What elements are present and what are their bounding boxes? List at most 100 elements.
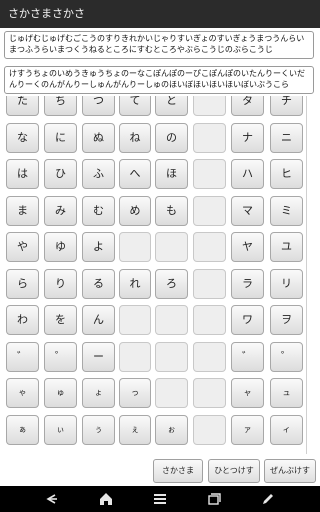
kana-key[interactable]: む: [82, 195, 115, 226]
kana-key[interactable]: ぇ: [119, 414, 151, 445]
kana-key[interactable]: ん: [82, 305, 115, 335]
keyboard-row: やゆよ ヤユ: [0, 232, 320, 264]
kana-key[interactable]: ょ: [82, 378, 115, 408]
blank-key[interactable]: [119, 341, 151, 372]
edit-icon[interactable]: [260, 491, 276, 507]
blank-key[interactable]: [155, 378, 188, 408]
katakana-key[interactable]: ィ: [270, 414, 303, 445]
kana-key[interactable]: ゅ: [44, 378, 77, 408]
kana-key[interactable]: わ: [6, 305, 39, 335]
blank-key[interactable]: [193, 378, 226, 408]
kana-key[interactable]: の: [155, 122, 188, 153]
katakana-key[interactable]: ゛: [231, 341, 264, 372]
keyboard-row: わをん ワヲ: [0, 305, 320, 337]
kana-key[interactable]: ら: [6, 268, 39, 299]
keyboard-row: たちつてと タチ: [0, 96, 320, 118]
blank-key[interactable]: [193, 305, 226, 335]
kana-key[interactable]: ゜: [44, 341, 77, 372]
blank-key[interactable]: [193, 159, 226, 189]
katakana-key[interactable]: チ: [270, 96, 303, 116]
kana-key[interactable]: よ: [82, 232, 115, 262]
output-text-box[interactable]: けすうちょのいめうきゅうちょのーなこぽんぽのーぴこぽんぽのいたんりーくいだんりー…: [4, 66, 314, 94]
kana-key[interactable]: ふ: [82, 159, 115, 189]
zenbukesu-button[interactable]: ぜんぶけす: [264, 459, 316, 483]
kana-key[interactable]: な: [6, 122, 39, 153]
katakana-key[interactable]: ミ: [270, 195, 303, 226]
kana-key[interactable]: へ: [119, 159, 151, 189]
sakasama-button[interactable]: さかさま: [153, 459, 203, 483]
kana-key[interactable]: ろ: [155, 268, 188, 299]
function-button-row: さかさま ひとつけす ぜんぶけす: [0, 456, 320, 484]
kana-key[interactable]: れ: [119, 268, 151, 299]
kana-key[interactable]: り: [44, 268, 77, 299]
blank-key[interactable]: [119, 232, 151, 262]
katakana-key[interactable]: ワ: [231, 305, 264, 335]
katakana-key[interactable]: ナ: [231, 122, 264, 153]
katakana-key[interactable]: ニ: [270, 122, 303, 153]
kana-key[interactable]: ほ: [155, 159, 188, 189]
katakana-key[interactable]: ァ: [231, 414, 264, 445]
kana-key[interactable]: ね: [119, 122, 151, 153]
kana-key[interactable]: ち: [44, 96, 77, 116]
app-title-bar: さかさまさかさ: [0, 0, 320, 28]
katakana-key[interactable]: リ: [270, 268, 303, 299]
kana-key[interactable]: ぁ: [6, 414, 39, 445]
katakana-key[interactable]: ヒ: [270, 159, 303, 189]
keyboard-row: らりるれろ ラリ: [0, 268, 320, 301]
kana-key[interactable]: ゆ: [44, 232, 77, 262]
keyboard-row: ゃゅょっ ャュ: [0, 378, 320, 410]
blank-key[interactable]: [155, 341, 188, 372]
kana-key[interactable]: を: [44, 305, 77, 335]
kana-key[interactable]: に: [44, 122, 77, 153]
blank-key[interactable]: [193, 96, 226, 116]
kana-key[interactable]: ぉ: [155, 414, 188, 445]
kana-key[interactable]: っ: [119, 378, 151, 408]
kana-key[interactable]: と: [155, 96, 188, 116]
app-title: さかさまさかさ: [8, 7, 85, 20]
blank-key[interactable]: [193, 341, 226, 372]
kana-key[interactable]: め: [119, 195, 151, 226]
katakana-key[interactable]: マ: [231, 195, 264, 226]
katakana-key[interactable]: ハ: [231, 159, 264, 189]
katakana-key[interactable]: ヤ: [231, 232, 264, 262]
kana-key[interactable]: や: [6, 232, 39, 262]
menu-icon[interactable]: [152, 491, 168, 507]
kana-key[interactable]: は: [6, 159, 39, 189]
kana-key[interactable]: も: [155, 195, 188, 226]
kana-key[interactable]: み: [44, 195, 77, 226]
input-text-box[interactable]: じゅげむじゅげむごこうのすりきれかいじゃりすいぎょのすいぎょうまつうんらいまつふ…: [4, 31, 314, 59]
blank-key[interactable]: [193, 414, 226, 445]
katakana-key[interactable]: ャ: [231, 378, 264, 408]
recent-apps-icon[interactable]: [206, 491, 222, 507]
kana-key[interactable]: ゛: [6, 341, 39, 372]
blank-key[interactable]: [193, 195, 226, 226]
keyboard-row: はひふへほ ハヒ: [0, 159, 320, 191]
kana-key[interactable]: ー: [82, 341, 115, 372]
katakana-key[interactable]: ュ: [270, 378, 303, 408]
kana-key[interactable]: て: [119, 96, 151, 116]
kana-key[interactable]: ひ: [44, 159, 77, 189]
kana-key[interactable]: つ: [82, 96, 115, 116]
back-icon[interactable]: [44, 491, 60, 507]
keyboard-row: なにぬねの ナニ: [0, 122, 320, 155]
blank-key[interactable]: [119, 305, 151, 335]
home-icon[interactable]: [98, 491, 114, 507]
blank-key[interactable]: [155, 305, 188, 335]
kana-key[interactable]: ぃ: [44, 414, 77, 445]
katakana-key[interactable]: ラ: [231, 268, 264, 299]
kana-key[interactable]: ぅ: [82, 414, 115, 445]
katakana-key[interactable]: ゜: [270, 341, 303, 372]
blank-key[interactable]: [193, 268, 226, 299]
katakana-key[interactable]: タ: [231, 96, 264, 116]
katakana-key[interactable]: ユ: [270, 232, 303, 262]
blank-key[interactable]: [155, 232, 188, 262]
hitotsukesu-button[interactable]: ひとつけす: [208, 459, 260, 483]
blank-key[interactable]: [193, 232, 226, 262]
kana-key[interactable]: ゃ: [6, 378, 39, 408]
kana-key[interactable]: る: [82, 268, 115, 299]
katakana-key[interactable]: ヲ: [270, 305, 303, 335]
kana-key[interactable]: ぬ: [82, 122, 115, 153]
kana-key[interactable]: た: [6, 96, 39, 116]
blank-key[interactable]: [193, 122, 226, 153]
kana-key[interactable]: ま: [6, 195, 39, 226]
